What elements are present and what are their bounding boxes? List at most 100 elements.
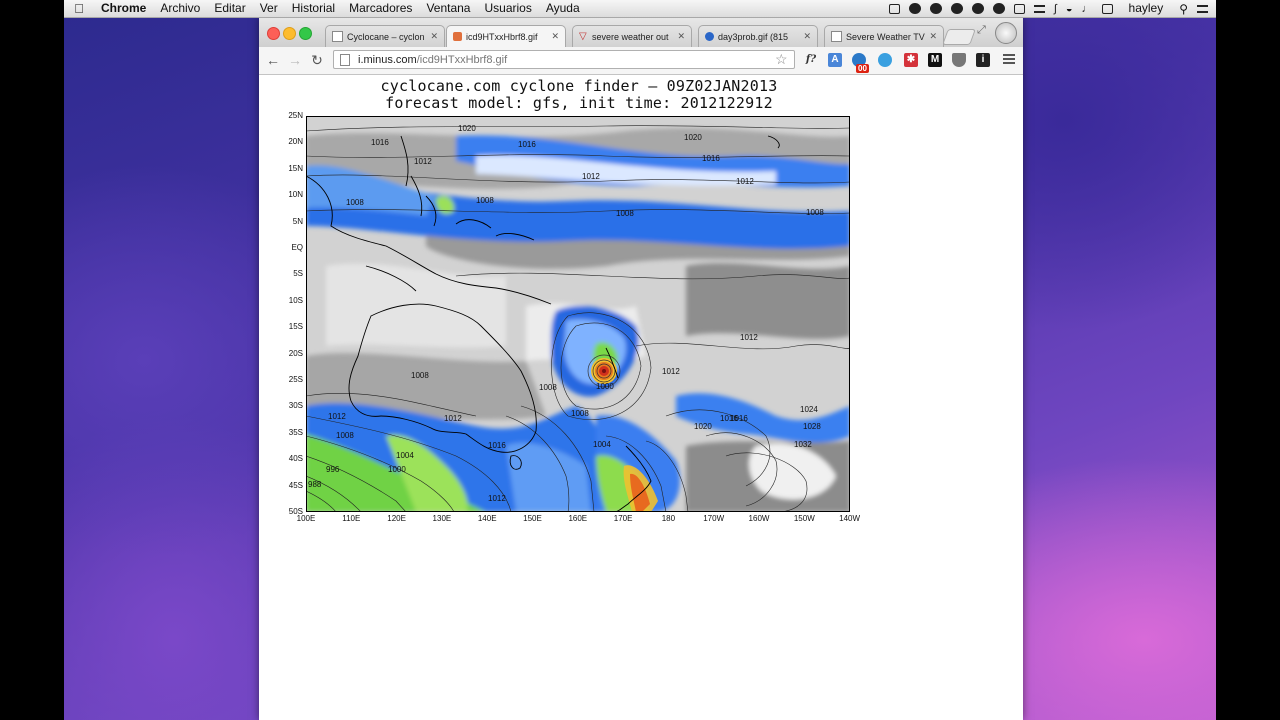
new-tab-button[interactable] [942,29,976,45]
longitude-label: 130E [432,514,452,523]
translate-extension-icon[interactable]: A [828,53,842,67]
close-tab-icon[interactable]: ✕ [430,31,438,42]
isobar-label: 1020 [684,133,702,142]
status-icon-8[interactable] [1033,4,1045,13]
isobar-label: 1032 [794,440,812,449]
forward-arrow-icon[interactable]: → [287,52,303,68]
bluetooth-icon[interactable]: ∫ [1054,3,1057,15]
menu-ver[interactable]: Ver [253,0,285,17]
isobar-label: 1008 [476,196,494,205]
chrome-menu-icon[interactable] [1003,54,1015,64]
chrome-window: Cyclocane – cyclon ✕ icd9HTxxHbrf8.gif ✕… [259,17,1023,720]
battery-icon[interactable] [1101,3,1113,14]
menu-ayuda[interactable]: Ayuda [539,0,587,17]
tab-label: day3prob.gif (815 [718,31,789,42]
status-icon-1[interactable] [888,3,900,14]
fullscreen-icon[interactable]: ⤢ [977,24,986,37]
status-icon-7[interactable] [1013,3,1025,14]
status-icon-5[interactable] [971,3,984,14]
volume-icon[interactable]: ♩ [1082,3,1093,15]
close-window-button[interactable] [267,27,280,40]
minimize-window-button[interactable] [283,27,296,40]
extension-badge: 00 [856,64,869,73]
close-tab-icon[interactable]: ✕ [551,31,559,42]
menu-editar[interactable]: Editar [207,0,252,17]
isobar-label: 1004 [396,451,414,460]
longitude-label: 120E [387,514,406,523]
status-icon-2[interactable] [908,3,921,14]
isobar-label: 1000 [596,382,614,391]
tab-gif-active[interactable]: icd9HTxxHbrf8.gif ✕ [446,25,566,47]
isobar-label: 1008 [539,383,557,392]
isobar-label: 1004 [593,440,611,449]
menu-ventana[interactable]: Ventana [419,0,477,17]
apple-icon[interactable]:  [64,1,94,16]
spotlight-icon[interactable]: ⚲ [1179,2,1188,16]
tab-day3prob[interactable]: day3prob.gif (815 ✕ [698,25,818,47]
isobar-label: 1012 [582,172,600,181]
isobar-label: 1012 [662,367,680,376]
status-icon-6[interactable] [992,3,1005,14]
menu-archivo[interactable]: Archivo [153,0,207,17]
isobar-label: 1020 [694,422,712,431]
formula-extension-icon[interactable]: f? [804,53,818,67]
back-arrow-icon[interactable]: ← [265,52,281,68]
figure-title-line1: cyclocane.com cyclone finder – 09Z02JAN2… [380,77,778,95]
latitude-label: 30S [288,401,303,411]
reload-icon[interactable]: ↻ [309,52,325,68]
isobar-label: 1016 [371,138,389,147]
latitude-label: 10S [288,295,303,305]
isobar-label: 1008 [346,198,364,207]
longitude-label: 150W [793,514,815,523]
pocket-extension-icon[interactable] [952,53,966,67]
tab-label: icd9HTxxHbrf8.gif [466,31,538,42]
tab-severe-weather-outlook[interactable]: ▽ severe weather out ✕ [572,25,692,47]
isobar-label: 996 [326,465,340,474]
close-tab-icon[interactable]: ✕ [929,31,937,42]
address-bar[interactable]: i.minus.com/icd9HTxxHbrf8.gif [333,50,795,69]
longitude-label: 140E [477,514,497,523]
latitude-label: 15N [288,163,303,173]
bookmark-star-icon[interactable]: ☆ [775,51,788,68]
isobar-label: 1016 [702,154,720,163]
tab-label: Cyclocane – cyclon [347,31,425,42]
wifi-icon[interactable]: ◒ [1066,3,1073,15]
isobar-label: 1016 [720,414,738,423]
send-extension-icon[interactable] [878,53,892,67]
menu-usuarios[interactable]: Usuarios [477,0,538,17]
isobar-label: 1024 [800,405,818,414]
url-path: /icd9HTxxHbrf8.gif [416,53,508,66]
isobar-label: 1012 [488,494,506,503]
lastpass-extension-icon[interactable]: ✱ [904,53,918,67]
isobar-label: 1012 [328,412,346,421]
page-icon [332,31,343,42]
profile-avatar[interactable] [995,22,1017,44]
close-tab-icon[interactable]: ✕ [677,31,685,42]
info-extension-icon[interactable]: i [976,53,990,67]
dropbox-icon[interactable] [929,3,942,14]
latitude-label: EQ [291,243,303,252]
notification-center-icon[interactable] [1197,4,1208,13]
macos-menu-bar:  Chrome Archivo Editar Ver Historial Ma… [64,0,1216,18]
isobar-label: 1012 [740,333,758,342]
m-extension-icon[interactable]: M [928,53,942,67]
isobar-label: 988 [308,480,322,489]
close-tab-icon[interactable]: ✕ [803,31,811,42]
longitude-label: 100E [296,514,316,523]
menu-historial[interactable]: Historial [285,0,342,17]
isobar-label: 1016 [488,441,506,450]
tab-cyclocane[interactable]: Cyclocane – cyclon ✕ [325,25,445,47]
isobar-label: 1008 [336,431,354,440]
noaa-icon [705,32,714,41]
figure-title-line2: forecast model: gfs, init time: 20121229… [385,94,773,112]
zoom-window-button[interactable] [299,27,312,40]
menu-marcadores[interactable]: Marcadores [342,0,419,17]
latitude-label: 15S [288,322,303,332]
tab-severe-weather-tv[interactable]: Severe Weather TV ✕ [824,25,944,47]
longitude-label: 160W [748,514,770,523]
menu-app-name[interactable]: Chrome [94,0,153,17]
latitude-label: 5S [293,269,303,279]
status-icon-4[interactable] [950,3,963,14]
menu-user-name[interactable]: hayley [1122,0,1171,17]
page-icon [831,31,842,42]
